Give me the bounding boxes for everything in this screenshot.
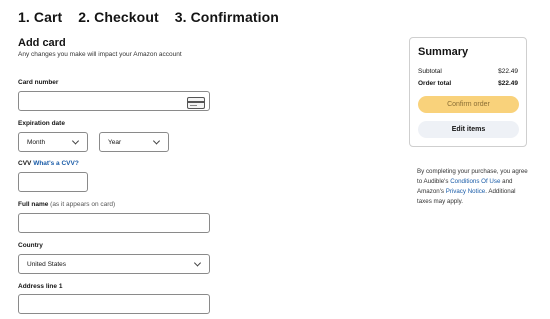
country-select[interactable]: United States	[18, 254, 210, 274]
subtotal-value: $22.49	[498, 68, 518, 75]
purchase-legal-text: By completing your purchase, you agree t…	[417, 167, 529, 207]
conditions-of-use-link[interactable]: Conditions Of Use	[450, 178, 500, 185]
cvv-label-text: CVV	[18, 160, 32, 167]
full-name-label: Full name (as it appears on card)	[18, 201, 115, 208]
cvv-label: CVV What's a CVV?	[18, 160, 79, 167]
add-card-form-header: Add card Any changes you make will impac…	[18, 37, 218, 58]
form-title: Add card	[18, 37, 66, 49]
order-total-row: Order total $22.49	[418, 80, 518, 87]
order-total-value: $22.49	[498, 80, 518, 87]
month-value: Month	[27, 138, 46, 146]
form-subtitle: Any changes you make will impact your Am…	[18, 51, 182, 58]
card-number-label: Card number	[18, 79, 59, 86]
whats-a-cvv-link[interactable]: What's a CVV?	[33, 160, 79, 167]
year-value: Year	[108, 138, 122, 146]
privacy-notice-link[interactable]: Privacy Notice	[446, 188, 486, 195]
country-value: United States	[27, 260, 67, 268]
chevron-down-icon	[71, 137, 80, 145]
checkout-steps: 1. Cart 2. Checkout 3. Confirmation	[18, 9, 279, 25]
confirm-order-button[interactable]: Confirm order	[418, 96, 519, 113]
order-total-label: Order total	[418, 80, 452, 87]
subtotal-label: Subtotal	[418, 68, 442, 75]
address-line-1-label: Address line 1	[18, 283, 63, 290]
step-confirmation: 3. Confirmation	[174, 9, 279, 25]
edit-items-button[interactable]: Edit items	[418, 121, 519, 138]
expiration-year-select[interactable]: Year	[99, 132, 169, 152]
address-line-1-input[interactable]	[18, 294, 210, 314]
chevron-down-icon	[152, 137, 161, 145]
full-name-label-text: Full name	[18, 201, 49, 208]
credit-card-icon	[187, 97, 205, 109]
expiration-month-select[interactable]: Month	[18, 132, 88, 152]
country-label: Country	[18, 242, 43, 249]
step-cart: 1. Cart	[18, 9, 63, 25]
full-name-hint: (as it appears on card)	[50, 201, 116, 208]
expiration-date-label: Expiration date	[18, 120, 65, 127]
full-name-input[interactable]	[18, 213, 210, 233]
chevron-down-icon	[193, 259, 202, 267]
step-checkout: 2. Checkout	[78, 9, 159, 25]
order-summary-panel: Summary Subtotal $22.49 Order total $22.…	[409, 37, 527, 147]
subtotal-row: Subtotal $22.49	[418, 68, 518, 75]
cvv-input[interactable]	[18, 172, 88, 192]
summary-title: Summary	[418, 46, 469, 58]
card-number-input[interactable]	[18, 91, 210, 111]
